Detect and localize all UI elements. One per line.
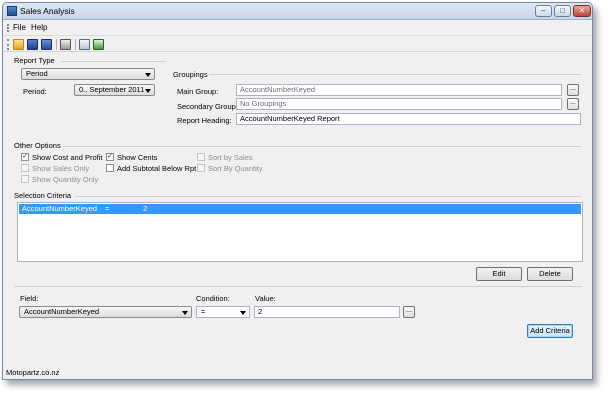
app-icon bbox=[7, 6, 17, 16]
sort-by-sales-checkbox bbox=[197, 153, 205, 161]
edit-button[interactable]: Edit bbox=[476, 267, 522, 281]
show-sales-only-label: Show Sales Only bbox=[32, 164, 90, 173]
show-quantity-only-label: Show Quantity Only bbox=[32, 175, 99, 184]
report-type-select[interactable]: Period bbox=[21, 68, 155, 80]
criteria-field-cell: AccountNumberKeyed bbox=[22, 204, 98, 213]
print-icon[interactable] bbox=[60, 39, 71, 50]
open-folder-icon[interactable] bbox=[13, 39, 24, 50]
sort-by-quantity-label: Sort By Quantity bbox=[208, 164, 263, 173]
minimize-button[interactable]: – bbox=[535, 5, 552, 17]
print-preview-icon[interactable] bbox=[79, 39, 90, 50]
criteria-operator-cell: = bbox=[105, 204, 110, 213]
add-subtotal-label: Add Subtotal Below Rpt bbox=[117, 164, 197, 173]
field-select-value: AccountNumberKeyed bbox=[24, 307, 100, 316]
secondary-group-label: Secondary Group: bbox=[177, 102, 238, 111]
show-cost-profit-label: Show Cost and Profit bbox=[32, 153, 103, 162]
toolbar-separator bbox=[56, 39, 57, 50]
title-bar: Sales Analysis – □ ✕ bbox=[3, 3, 592, 20]
toolbar-grip-icon bbox=[7, 39, 9, 50]
main-group-label: Main Group: bbox=[177, 87, 219, 96]
report-type-value: Period bbox=[26, 69, 48, 78]
criteria-list[interactable]: AccountNumberKeyed = 2 bbox=[17, 202, 583, 262]
report-type-heading: Report Type bbox=[14, 56, 55, 65]
other-options-heading: Other Options bbox=[14, 141, 61, 150]
condition-select-value: = bbox=[201, 307, 206, 316]
export-excel-icon[interactable] bbox=[93, 39, 104, 50]
show-quantity-only-checkbox bbox=[21, 175, 29, 183]
secondary-group-browse-button[interactable]: ... bbox=[567, 98, 579, 110]
period-value: 0.. September 2011 bbox=[79, 85, 145, 94]
criteria-entry-divider bbox=[14, 286, 582, 287]
condition-label: Condition: bbox=[196, 294, 230, 303]
status-bar: Motopartz.co.nz bbox=[3, 367, 592, 379]
window-title: Sales Analysis bbox=[20, 6, 75, 16]
report-heading-label: Report Heading: bbox=[177, 116, 232, 125]
other-options-divider bbox=[63, 146, 581, 147]
secondary-group-field[interactable]: No Groupings bbox=[236, 98, 562, 110]
add-subtotal-checkbox[interactable] bbox=[106, 164, 114, 172]
criteria-list-row[interactable]: AccountNumberKeyed = 2 bbox=[19, 204, 581, 214]
close-button[interactable]: ✕ bbox=[573, 5, 591, 17]
menu-file[interactable]: File bbox=[13, 23, 26, 32]
period-select[interactable]: 0.. September 2011 bbox=[74, 84, 155, 96]
status-text: Motopartz.co.nz bbox=[6, 368, 60, 377]
maximize-button[interactable]: □ bbox=[554, 5, 571, 17]
value-browse-button[interactable]: ... bbox=[403, 306, 415, 318]
chevron-down-icon bbox=[145, 89, 151, 93]
value-label: Value: bbox=[255, 294, 276, 303]
show-cents-label: Show Cents bbox=[117, 153, 158, 162]
groupings-heading: Groupings bbox=[173, 70, 208, 79]
chevron-down-icon bbox=[182, 311, 188, 315]
menu-grip-icon bbox=[7, 24, 9, 32]
show-sales-only-checkbox bbox=[21, 164, 29, 172]
menu-help[interactable]: Help bbox=[31, 23, 47, 32]
criteria-value-cell: 2 bbox=[143, 204, 148, 213]
selection-criteria-divider bbox=[75, 196, 581, 197]
delete-button[interactable]: Delete bbox=[527, 267, 573, 281]
toolbar bbox=[3, 35, 592, 52]
report-type-divider bbox=[61, 61, 166, 62]
value-input[interactable]: 2 bbox=[254, 306, 400, 318]
sales-analysis-window: Sales Analysis – □ ✕ File Help Report Ty… bbox=[2, 2, 593, 380]
field-select[interactable]: AccountNumberKeyed bbox=[19, 306, 192, 318]
report-heading-input[interactable]: AccountNumberKeyed Report bbox=[236, 113, 581, 125]
condition-select[interactable]: = bbox=[196, 306, 250, 318]
period-label: Period: bbox=[23, 87, 47, 96]
save-as-icon[interactable] bbox=[41, 39, 52, 50]
chevron-down-icon bbox=[145, 73, 151, 77]
chevron-down-icon bbox=[240, 311, 246, 315]
sort-by-quantity-checkbox bbox=[197, 164, 205, 172]
main-group-field[interactable]: AccountNumberKeyed bbox=[236, 84, 562, 96]
show-cost-profit-checkbox[interactable]: ✓ bbox=[21, 153, 29, 161]
sort-by-sales-label: Sort by Sales bbox=[208, 153, 253, 162]
field-label: Field: bbox=[20, 294, 39, 303]
show-cents-checkbox[interactable]: ✓ bbox=[106, 153, 114, 161]
groupings-divider bbox=[209, 74, 581, 75]
save-icon[interactable] bbox=[27, 39, 38, 50]
main-group-browse-button[interactable]: ... bbox=[567, 84, 579, 96]
selection-criteria-heading: Selection Criteria bbox=[14, 191, 72, 200]
menu-bar: File Help bbox=[3, 21, 592, 34]
toolbar-separator bbox=[75, 39, 76, 50]
add-criteria-button[interactable]: Add Criteria bbox=[527, 324, 573, 338]
